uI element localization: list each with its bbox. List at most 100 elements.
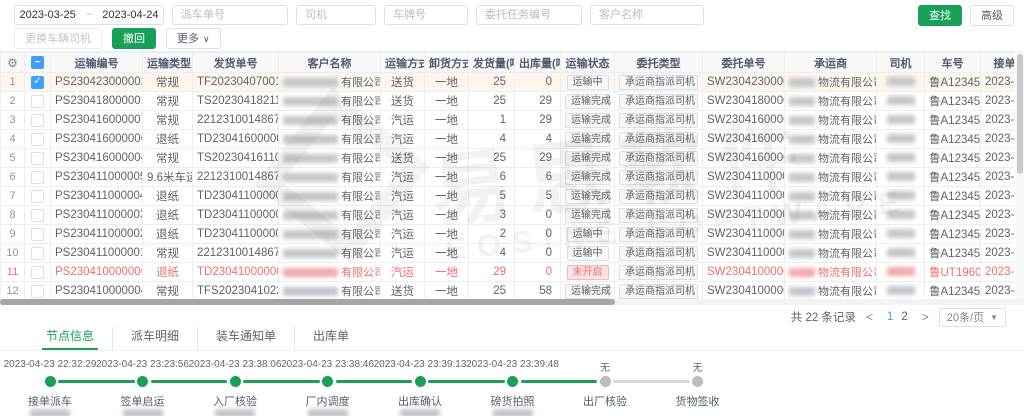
cell-accept_date: 2023-04-1 xyxy=(981,130,1015,149)
redacted-text xyxy=(789,97,815,106)
cell-carrier: 物流有限公司 xyxy=(785,73,877,92)
gear-icon[interactable]: ⚙ xyxy=(7,56,18,70)
table-row[interactable]: 12PS230410000004常规TFS202304102203有限公司送货一… xyxy=(1,282,1015,301)
row-checkbox[interactable] xyxy=(31,285,44,298)
status-badge: 运输完成 xyxy=(565,132,610,147)
tab-派车明细[interactable]: 派车明细 xyxy=(112,327,197,350)
timeline-node-label: 签单启运 xyxy=(121,393,165,409)
select-all-checkbox[interactable]: − xyxy=(31,56,44,69)
cell-mode: 送货 xyxy=(381,149,425,168)
cell-accept_date: 2023-04-1 xyxy=(981,187,1015,206)
table-row[interactable]: 3PS230416000007常规22123100148673有限公司汽运一地1… xyxy=(1,111,1015,130)
cell-trans_no: PS230411000003 xyxy=(51,206,143,225)
table-row[interactable]: 6PS2304110000059.6米车运输22123100148676有限公司… xyxy=(1,168,1015,187)
cell-mode: 汽运 xyxy=(381,187,425,206)
pagination-page-1[interactable]: 1 xyxy=(883,311,897,323)
row-checkbox[interactable] xyxy=(31,247,44,260)
row-checkbox[interactable] xyxy=(31,95,44,108)
more-dropdown-button[interactable]: 更多∨ xyxy=(166,28,221,49)
cell-out_qty: 0 xyxy=(515,225,561,244)
row-checkbox[interactable] xyxy=(31,190,44,203)
table-row[interactable]: 1✓PS230423000002常规TF20230407001有限公司送货一地2… xyxy=(1,73,1015,92)
row-checkbox[interactable] xyxy=(31,152,44,165)
task-no-input[interactable] xyxy=(476,5,582,25)
row-checkbox[interactable] xyxy=(31,133,44,146)
column-header-commission_no: 委托单号 xyxy=(703,53,785,73)
row-checkbox[interactable] xyxy=(31,209,44,222)
cell-commission_no: SW230423000003 xyxy=(703,73,785,92)
tab-装车通知单[interactable]: 装车通知单 xyxy=(197,327,294,350)
cell-customer: 有限公司 xyxy=(279,282,381,301)
timeline-node-time: 2023-04-23 22:32:29 xyxy=(4,359,97,370)
cell-out_qty: 58 xyxy=(515,282,561,301)
tab-节点信息[interactable]: 节点信息 xyxy=(28,327,112,350)
table-row[interactable]: 9PS230411000002退纸TD230411000007有限公司汽运一地2… xyxy=(1,225,1015,244)
date-range-picker[interactable]: 2023-03-25 ~ 2023-04-24 xyxy=(14,5,164,25)
timeline-node-time: 2023-04-23 23:39:48 xyxy=(466,359,559,370)
revoke-button[interactable]: 撤回 xyxy=(112,28,156,49)
vertical-scrollbar-thumb[interactable] xyxy=(1017,54,1023,174)
table-row[interactable]: 7PS230411000004退纸TD230411000009有限公司汽运一地5… xyxy=(1,187,1015,206)
tab-出库单[interactable]: 出库单 xyxy=(294,327,367,350)
cell-ship_qty: 29 xyxy=(469,263,515,282)
date-end: 2023-04-24 xyxy=(102,9,158,21)
pagination-page-2[interactable]: 2 xyxy=(897,311,911,323)
redacted-text xyxy=(887,286,915,295)
timeline-node-dot-icon xyxy=(137,376,148,387)
cell-customer: 有限公司 xyxy=(279,111,381,130)
change-vehicle-driver-button[interactable]: 更换车辆司机 xyxy=(14,28,102,49)
dispatch-no-input[interactable] xyxy=(172,5,288,25)
row-index: 3 xyxy=(1,111,25,130)
cell-customer: 有限公司 xyxy=(279,149,381,168)
timeline-node-label: 厂内调度 xyxy=(306,393,350,409)
row-checkbox[interactable] xyxy=(31,228,44,241)
pagination-prev-icon[interactable]: < xyxy=(864,310,875,324)
row-checkbox[interactable] xyxy=(31,114,44,127)
horizontal-scrollbar-thumb[interactable] xyxy=(0,299,615,305)
column-header-trans_no: 运输编号 xyxy=(51,53,143,73)
row-checkbox[interactable]: ✓ xyxy=(31,76,44,89)
status-badge: 运输中 xyxy=(567,227,609,242)
advanced-button[interactable]: 高级 xyxy=(970,5,1014,26)
cell-driver xyxy=(877,244,925,263)
cell-type: 常规 xyxy=(143,111,193,130)
table-row[interactable]: 8PS230411000003退纸TD230411000008有限公司汽运一地3… xyxy=(1,206,1015,225)
table-row[interactable]: 5PS230416000004常规TS202304161109有限公司送货一地2… xyxy=(1,149,1015,168)
cell-plate: 鲁A12345 xyxy=(925,149,981,168)
search-button[interactable]: 查找 xyxy=(918,5,962,26)
cell-plate: 鲁A12345 xyxy=(925,225,981,244)
page-size-select[interactable]: 20条/页 ▼ xyxy=(939,308,1006,327)
customer-name-input[interactable] xyxy=(590,5,704,25)
vertical-scrollbar[interactable] xyxy=(1016,52,1024,300)
table-row[interactable]: 2PS230418000001常规TS202304182114有限公司送货一地2… xyxy=(1,92,1015,111)
cell-driver xyxy=(877,111,925,130)
column-header-driver: 司机 xyxy=(877,53,925,73)
cell-commission_no: SW230418000002 xyxy=(703,92,785,111)
table-row[interactable]: 11PS230410000006退纸TD230410000009有限公司汽运一地… xyxy=(1,263,1015,282)
driver-input[interactable] xyxy=(296,5,376,25)
pagination-next-icon[interactable]: > xyxy=(920,310,931,324)
row-checkbox[interactable] xyxy=(31,171,44,184)
cell-status: 运输完成 xyxy=(561,187,615,206)
redacted-text xyxy=(283,173,338,182)
cell-commission_no: SW230410000008 xyxy=(703,263,785,282)
table-row[interactable]: 4PS230416000006退纸TD230416000002有限公司汽运一地4… xyxy=(1,130,1015,149)
horizontal-scrollbar[interactable] xyxy=(0,299,1024,305)
row-checkbox[interactable] xyxy=(31,266,44,279)
redacted-text xyxy=(887,191,915,200)
cell-carrier: 物流有限公司 xyxy=(785,187,877,206)
column-header-status: 运输状态 xyxy=(561,53,615,73)
column-header-ship_no: 发货单号 xyxy=(193,53,279,73)
status-badge: 运输中 xyxy=(567,246,609,261)
cell-status: 未开启 xyxy=(561,263,615,282)
cell-type: 常规 xyxy=(143,149,193,168)
chevron-down-icon: ▼ xyxy=(990,313,998,322)
cell-ship_no: TS202304182114 xyxy=(193,92,279,111)
table-row[interactable]: 10PS230411000001常规22123100148677有限公司汽运一地… xyxy=(1,244,1015,263)
cell-ship_no: TD230411000008 xyxy=(193,206,279,225)
plate-no-input[interactable] xyxy=(384,5,468,25)
timeline-node-dot-icon xyxy=(322,376,333,387)
cell-accept_date: 2023-04-1 xyxy=(981,244,1015,263)
cell-ship_qty: 25 xyxy=(469,282,515,301)
redacted-text xyxy=(789,154,815,163)
